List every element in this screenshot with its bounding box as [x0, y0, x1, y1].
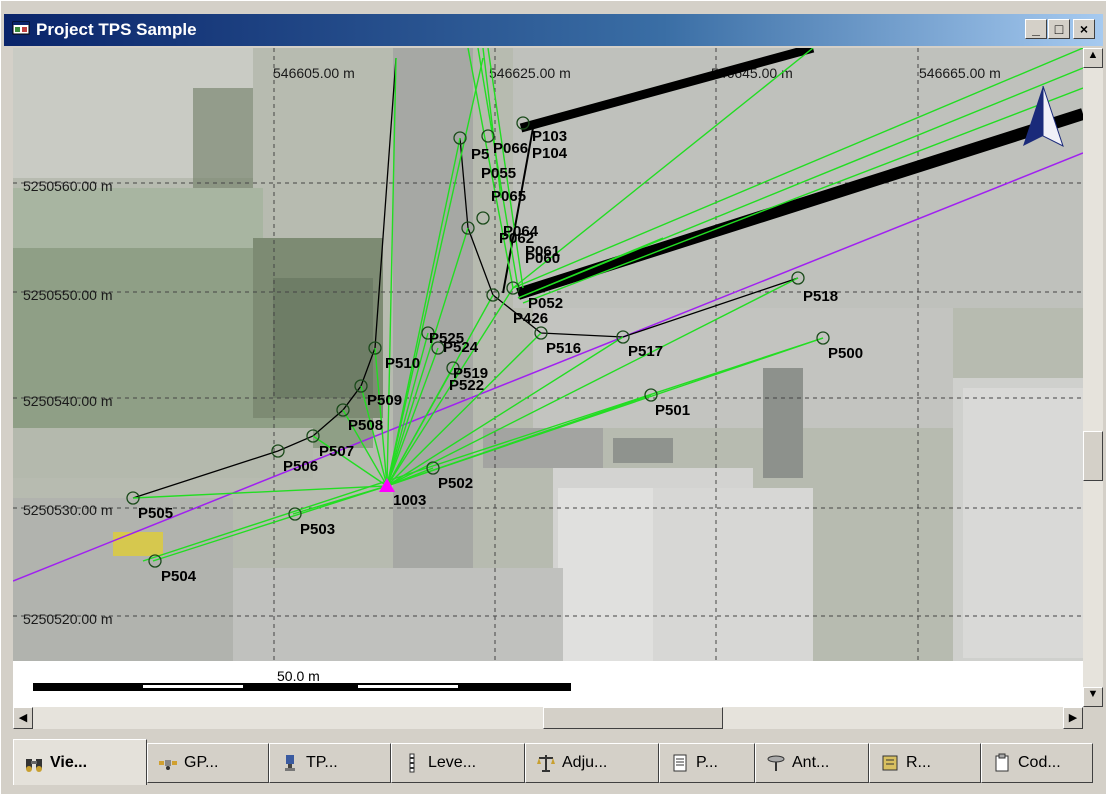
project-window: Project TPS Sample _ □ × 546605.00 m 546…: [0, 0, 1107, 795]
point-label: P507: [319, 443, 354, 460]
point-label: P517: [628, 343, 663, 360]
point-label: P524: [443, 339, 479, 356]
tab-label: Cod...: [1018, 754, 1061, 771]
satellite-icon: [159, 760, 177, 770]
point-label: P066: [493, 140, 528, 157]
size-grip[interactable]: [1083, 707, 1103, 729]
point-label: P501: [655, 402, 690, 419]
tab-bar: Vie... GP... TP... Leve... Adju... P... …: [13, 739, 1103, 789]
point-label: P060: [525, 250, 560, 267]
point-label: P508: [348, 417, 383, 434]
maximize-button[interactable]: □: [1048, 19, 1070, 39]
x-grid-label: 546665.00 m: [919, 65, 1001, 81]
horizontal-scrollbar[interactable]: ◀ ▶: [13, 707, 1083, 729]
scale-label: 50.0 m: [277, 668, 320, 684]
window-title: Project TPS Sample: [36, 20, 197, 39]
total-station-icon: [285, 755, 295, 771]
y-grid-label: 5250540.00 m: [23, 393, 113, 409]
scroll-down-button[interactable]: ▼: [1083, 687, 1103, 707]
scale-bar-area: 50.0 m: [13, 661, 1083, 707]
y-grid-label: 5250550.00 m: [23, 287, 113, 303]
minimize-button[interactable]: _: [1025, 19, 1047, 39]
vertical-scrollbar[interactable]: ▲ ▼: [1083, 48, 1103, 707]
codelist-icon: [995, 753, 1009, 772]
point-label: P505: [138, 505, 173, 522]
tab-r[interactable]: R...: [869, 743, 981, 783]
tab-label: Vie...: [50, 753, 88, 771]
point-label: P104: [532, 145, 568, 162]
vertical-scroll-thumb[interactable]: [1083, 431, 1103, 481]
tab-p[interactable]: P...: [659, 743, 755, 783]
point-label: P500: [828, 345, 863, 362]
report-icon: [673, 754, 687, 772]
binoculars-icon: [26, 758, 42, 772]
tab-label: GP...: [184, 754, 219, 771]
point-label: P518: [803, 288, 838, 305]
title-bar[interactable]: Project TPS Sample _ □ ×: [4, 14, 1103, 46]
tab-levelling[interactable]: Leve...: [391, 743, 525, 783]
scroll-left-button[interactable]: ◀: [13, 707, 33, 729]
point-label: 1003: [393, 492, 426, 509]
point-label: P503: [300, 521, 335, 538]
point-label: P510: [385, 355, 420, 372]
tab-antenna[interactable]: Ant...: [755, 743, 869, 783]
balance-scale-icon: [537, 755, 555, 772]
map-canvas[interactable]: 546605.00 m 546625.00 m 546645.00 m 5466…: [13, 48, 1083, 661]
tab-label: R...: [906, 754, 931, 771]
point-label: P506: [283, 458, 318, 475]
point-label: P504: [161, 568, 197, 585]
scroll-right-button[interactable]: ▶: [1063, 707, 1083, 729]
point-label: P5: [471, 146, 489, 163]
tab-label: TP...: [306, 754, 338, 771]
scale-bar: [33, 683, 571, 691]
close-button[interactable]: ×: [1073, 19, 1095, 39]
point-label: P522: [449, 377, 484, 394]
scroll-up-button[interactable]: ▲: [1083, 48, 1103, 68]
book-icon: [882, 755, 898, 771]
y-grid-label: 5250530.00 m: [23, 502, 113, 518]
tab-label: Ant...: [792, 754, 830, 771]
level-staff-icon: [409, 753, 415, 773]
tab-view[interactable]: Vie...: [13, 739, 147, 785]
tab-adjustment[interactable]: Adju...: [525, 743, 659, 783]
x-grid-label: 546625.00 m: [489, 65, 571, 81]
tab-tps[interactable]: TP...: [269, 743, 391, 783]
tab-codelist[interactable]: Cod...: [981, 743, 1093, 783]
project-icon: [12, 21, 30, 35]
point-label: P055: [481, 165, 516, 182]
point-label: P516: [546, 340, 581, 357]
point-label: P509: [367, 392, 402, 409]
point-label: P426: [513, 310, 548, 327]
map-view[interactable]: 546605.00 m 546625.00 m 546645.00 m 5466…: [13, 48, 1083, 661]
tab-gps[interactable]: GP...: [147, 743, 269, 783]
x-grid-label: 546605.00 m: [273, 65, 355, 81]
horizontal-scroll-thumb[interactable]: [543, 707, 723, 729]
tab-label: Adju...: [562, 754, 608, 771]
y-grid-label: 5250560.00 m: [23, 178, 113, 194]
tab-label: Leve...: [428, 754, 477, 771]
point-label: P502: [438, 475, 473, 492]
tab-label: P...: [696, 754, 718, 771]
y-grid-label: 5250520.00 m: [23, 611, 113, 627]
point-label: P103: [532, 128, 567, 145]
antenna-icon: [767, 755, 785, 771]
point-label: P065: [491, 188, 526, 205]
